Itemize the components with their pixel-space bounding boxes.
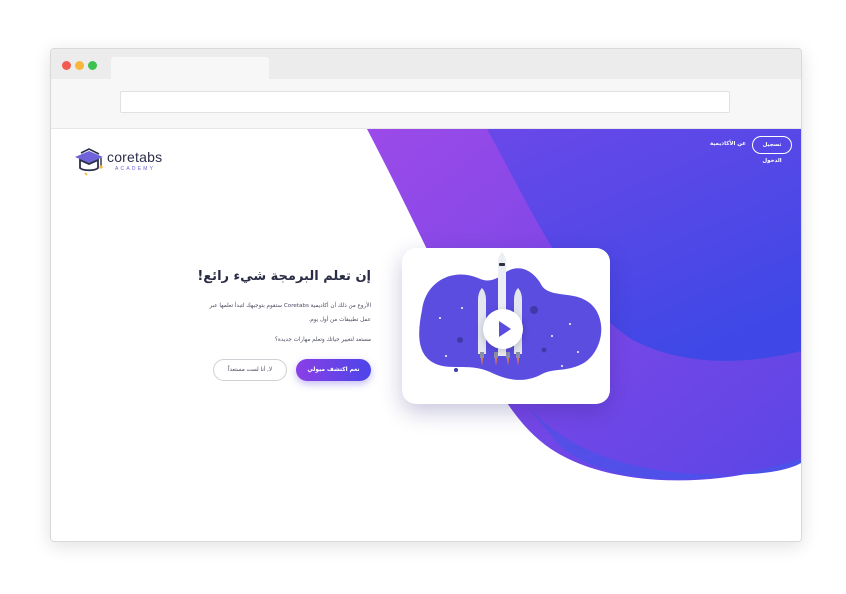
browser-window: coretabs ACADEMY تسجيل الدخول عن الأكادي… bbox=[50, 48, 802, 542]
video-card[interactable] bbox=[402, 248, 610, 404]
maximize-window-button[interactable] bbox=[88, 61, 97, 70]
browser-titlebar bbox=[51, 49, 801, 79]
address-bar[interactable] bbox=[120, 91, 730, 113]
coretabs-logo[interactable]: coretabs ACADEMY bbox=[73, 147, 183, 183]
close-window-button[interactable] bbox=[62, 61, 71, 70]
graduation-cap-icon bbox=[75, 148, 103, 176]
play-icon bbox=[499, 321, 511, 337]
hero-description: الأروع من ذلك أن أكاديمية Coretabs ستقوم… bbox=[209, 303, 371, 323]
hero-question: مستعد لتغيير حياتك وتعلم مهارات جديدة؟ bbox=[275, 337, 371, 343]
brand-name: coretabs bbox=[107, 149, 163, 165]
browser-toolbar bbox=[51, 79, 801, 129]
page-viewport: coretabs ACADEMY تسجيل الدخول عن الأكادي… bbox=[51, 129, 801, 541]
minimize-window-button[interactable] bbox=[75, 61, 84, 70]
not-ready-button[interactable]: لا, أنا لست مستعداً bbox=[213, 359, 287, 381]
discover-interests-button[interactable]: نعم اكتشف ميولي bbox=[296, 359, 371, 381]
brand-tagline: ACADEMY bbox=[115, 166, 156, 172]
play-video-button[interactable] bbox=[483, 309, 523, 349]
hero-title: إن تعلم البرمجة شيء رائع! bbox=[197, 269, 371, 284]
login-button[interactable]: تسجيل الدخول bbox=[752, 136, 792, 164]
about-academy-link[interactable]: عن الأكاديمية bbox=[706, 141, 746, 147]
browser-tab[interactable] bbox=[111, 57, 269, 79]
